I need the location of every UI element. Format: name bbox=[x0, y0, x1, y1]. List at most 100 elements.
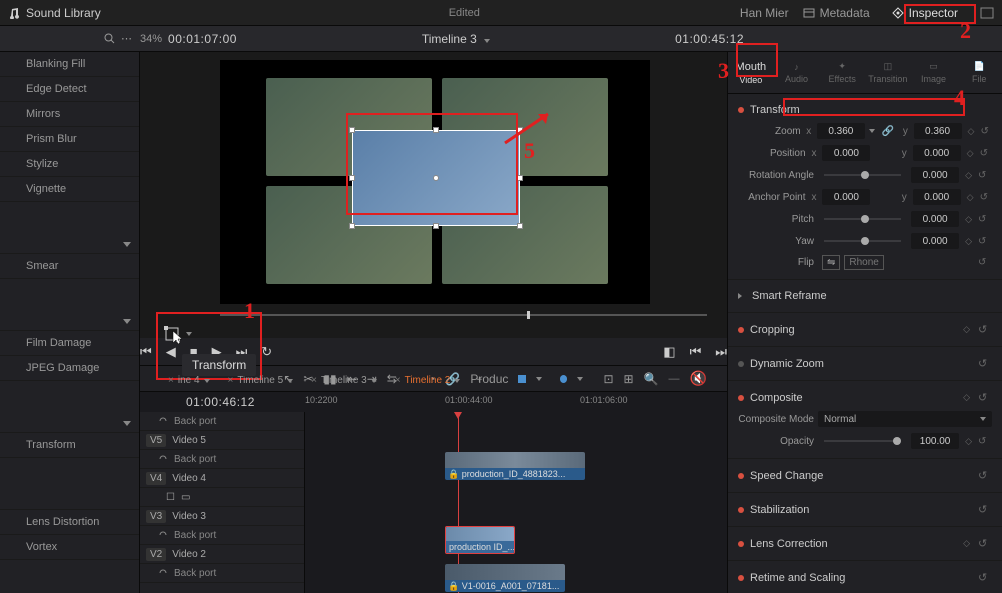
transform-center-handle[interactable] bbox=[433, 175, 439, 181]
enable-dot-icon[interactable] bbox=[738, 327, 744, 333]
reset-icon[interactable]: ↺ bbox=[980, 126, 992, 137]
composite-header[interactable]: Composite◇↺ bbox=[738, 387, 992, 408]
smart-reframe-header[interactable]: Smart Reframe bbox=[738, 286, 992, 306]
zoom-custom-icon[interactable]: 🔍 bbox=[644, 372, 659, 386]
reset-icon[interactable]: ↺ bbox=[978, 503, 992, 516]
reset-icon[interactable]: ↺ bbox=[978, 391, 992, 404]
track-index[interactable]: V4 bbox=[146, 472, 166, 485]
viewer-scrubber[interactable] bbox=[220, 314, 707, 316]
expand-icon[interactable] bbox=[980, 7, 994, 19]
pitch-input[interactable] bbox=[911, 211, 959, 227]
sound-library-button[interactable]: Sound Library bbox=[8, 6, 101, 20]
reset-icon[interactable]: ↺ bbox=[978, 236, 992, 247]
rotation-input[interactable] bbox=[911, 167, 959, 183]
inspector-button[interactable]: Inspector bbox=[884, 2, 966, 24]
marker-dropdown-icon[interactable] bbox=[577, 377, 583, 381]
anchor-y-input[interactable] bbox=[913, 189, 961, 205]
viewer-zoom[interactable]: 34% bbox=[140, 33, 162, 45]
transform-handle[interactable] bbox=[433, 127, 439, 133]
pos-y-input[interactable] bbox=[913, 145, 961, 161]
speed-change-header[interactable]: Speed Change↺ bbox=[738, 465, 992, 486]
keyframe-diamond-icon[interactable]: ◇ bbox=[967, 148, 974, 159]
reset-icon[interactable]: ↺ bbox=[978, 357, 992, 370]
timeline-timecode[interactable]: 01:00:46:12 bbox=[186, 395, 255, 409]
timeline-clip-selected[interactable]: production ID_... bbox=[445, 526, 515, 554]
track-index[interactable]: V5 bbox=[146, 434, 166, 447]
flip-h-button[interactable]: ⇋ bbox=[822, 255, 840, 270]
inspector-tab-transition[interactable]: ◫Transition bbox=[865, 52, 911, 93]
track-link-row[interactable]: Back port bbox=[140, 412, 304, 431]
transform-handle[interactable] bbox=[517, 127, 523, 133]
effect-prism-blur[interactable]: Prism Blur bbox=[0, 127, 139, 152]
reset-icon[interactable]: ↺ bbox=[980, 192, 992, 203]
timeline-title-label[interactable]: Timeline 3 bbox=[422, 32, 477, 46]
yaw-slider[interactable] bbox=[824, 240, 901, 242]
transform-handle[interactable] bbox=[517, 223, 523, 229]
zoom-x-input[interactable] bbox=[817, 123, 865, 139]
options-icon[interactable]: ⋯ bbox=[121, 32, 132, 45]
zoom-detail-icon[interactable]: ⊞ bbox=[624, 372, 634, 386]
timeline-ruler[interactable]: 10:2200 01:00:44:00 01:01:06:00 bbox=[305, 392, 727, 412]
transform-section-header[interactable]: Transform bbox=[738, 100, 992, 120]
loop-button[interactable]: ↻ bbox=[261, 344, 272, 360]
reset-icon[interactable]: ↺ bbox=[978, 436, 992, 447]
mute-icon[interactable]: 🔇 bbox=[690, 370, 707, 387]
transform-handle[interactable] bbox=[349, 223, 355, 229]
track-link-row[interactable]: Back port bbox=[140, 450, 304, 469]
reset-icon[interactable]: ↺ bbox=[978, 257, 992, 268]
track-index[interactable]: V3 bbox=[146, 510, 166, 523]
track-index[interactable]: V2 bbox=[146, 548, 166, 561]
prev-edit-button[interactable]: ⏮ bbox=[690, 344, 702, 360]
timeline-tracks[interactable]: 🔒 production_ID_4881823... production ID… bbox=[305, 412, 727, 593]
cropping-header[interactable]: Cropping◇↺ bbox=[738, 319, 992, 340]
effect-edge-detect[interactable]: Edge Detect bbox=[0, 77, 139, 102]
timeline-tab-active[interactable]: ×Timeline 2 bbox=[387, 372, 469, 389]
keyframe-diamond-icon[interactable]: ◇ bbox=[965, 170, 972, 181]
effect-smear[interactable]: Smear bbox=[0, 254, 139, 279]
keyframe-diamond-icon[interactable]: ◇ bbox=[967, 192, 974, 203]
track-controls-row[interactable]: ☐▭ bbox=[140, 488, 304, 507]
scrubber-thumb[interactable] bbox=[527, 311, 530, 319]
effect-transform[interactable]: Transform bbox=[0, 433, 139, 458]
track-header[interactable]: V3Video 3 bbox=[140, 507, 304, 526]
metadata-button[interactable]: Metadata bbox=[803, 6, 870, 20]
enable-dot-icon[interactable] bbox=[738, 107, 744, 113]
yaw-input[interactable] bbox=[911, 233, 959, 249]
inspector-tab-audio[interactable]: ♪Audio bbox=[774, 52, 820, 93]
match-frame-button[interactable]: ◧ bbox=[663, 344, 675, 360]
track-header[interactable]: V5Video 5 bbox=[140, 431, 304, 450]
timeline-tab[interactable]: ×Timeline 3 bbox=[303, 372, 385, 389]
transform-handle[interactable] bbox=[433, 223, 439, 229]
flip-v-button[interactable]: Rhone bbox=[844, 255, 883, 270]
effect-vortex[interactable]: Vortex bbox=[0, 535, 139, 560]
enable-dot-icon[interactable] bbox=[738, 575, 744, 581]
transform-overlay[interactable] bbox=[352, 130, 520, 226]
search-icon[interactable] bbox=[104, 33, 115, 44]
track-header[interactable]: V2Video 2 bbox=[140, 545, 304, 564]
keyframe-diamond-icon[interactable]: ◇ bbox=[968, 126, 975, 137]
flag-blue-icon[interactable] bbox=[518, 375, 526, 383]
opacity-slider[interactable] bbox=[824, 440, 901, 442]
track-link-row[interactable]: Back port bbox=[140, 526, 304, 545]
transform-handle[interactable] bbox=[349, 127, 355, 133]
effect-film-damage[interactable]: Film Damage bbox=[0, 331, 139, 356]
track-link-row[interactable]: Back port bbox=[140, 564, 304, 583]
anchor-x-input[interactable] bbox=[822, 189, 870, 205]
link-xy-icon[interactable]: 🔗 bbox=[882, 126, 894, 137]
timeline-title-dropdown-icon[interactable] bbox=[484, 39, 490, 43]
keyframe-diamond-icon[interactable]: ◇ bbox=[963, 538, 970, 549]
keyframe-diamond-icon[interactable]: ◇ bbox=[965, 214, 972, 225]
composite-mode-select[interactable]: Normal bbox=[818, 411, 992, 427]
pitch-slider[interactable] bbox=[824, 218, 901, 220]
inspector-tab-image[interactable]: ▭Image bbox=[911, 52, 957, 93]
keyframe-diamond-icon[interactable]: ◇ bbox=[963, 324, 970, 335]
overlay-mode-dropdown-icon[interactable] bbox=[186, 332, 192, 336]
effect-group-collapse-2[interactable] bbox=[0, 279, 139, 331]
enable-dot-icon[interactable] bbox=[738, 507, 744, 513]
timeline-clip[interactable]: 🔒 production_ID_4881823... bbox=[445, 452, 585, 480]
zoom-y-input[interactable] bbox=[914, 123, 962, 139]
opacity-input[interactable] bbox=[911, 433, 959, 449]
viewer-canvas[interactable] bbox=[220, 60, 650, 304]
effect-blanking-fill[interactable]: Blanking Fill bbox=[0, 52, 139, 77]
enable-dot-icon[interactable] bbox=[738, 541, 744, 547]
